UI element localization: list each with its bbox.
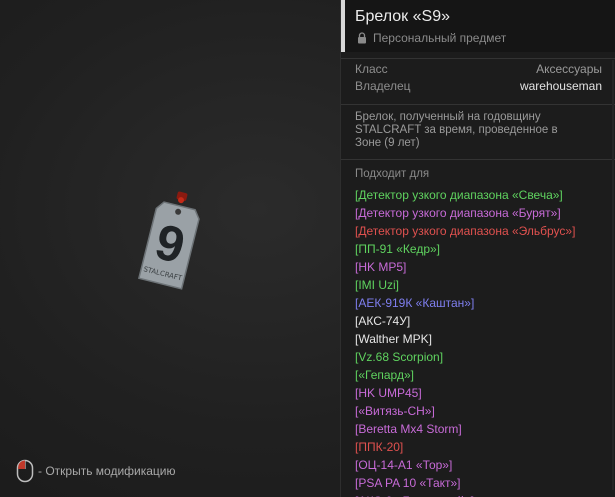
- personal-item-label: Персональный предмет: [373, 31, 507, 45]
- compatible-item[interactable]: [Детектор узкого диапазона «Свеча»]: [355, 186, 615, 204]
- item-title: Брелок «S9»: [355, 8, 450, 25]
- property-value: warehouseman: [519, 79, 602, 93]
- property-row-owner: Владелец warehouseman: [355, 79, 602, 96]
- item-subtitle: Персональный предмет: [357, 31, 506, 45]
- compatible-item[interactable]: [АЕК-919К «Каштан»]: [355, 294, 615, 312]
- compatible-item[interactable]: [«Гепард»]: [355, 366, 615, 384]
- compatible-item[interactable]: [Walther MPK]: [355, 330, 615, 348]
- compatible-item[interactable]: [Детектор узкого диапазона «Эльбрус»]: [355, 222, 615, 240]
- property-label: Класс: [355, 62, 388, 76]
- item-properties: Класс Аксессуары Владелец warehouseman: [341, 58, 615, 96]
- property-label: Владелец: [355, 79, 411, 93]
- compatible-item[interactable]: [IMI Uzi]: [355, 276, 615, 294]
- item-description: Брелок, полученный на годовщину STALCRAF…: [341, 104, 615, 150]
- compatible-items-list: [Детектор узкого диапазона «Свеча»] [Дете…: [355, 186, 615, 497]
- property-row-class: Класс Аксессуары: [355, 62, 602, 79]
- compatible-item[interactable]: [PSA PA 10 «Такт»]: [355, 474, 615, 492]
- panel-scrollbar[interactable]: [612, 60, 614, 490]
- compatible-item[interactable]: [Детектор узкого диапазона «Бурят»]: [355, 204, 615, 222]
- lock-icon: [358, 32, 366, 44]
- compatible-items-section: Подходит для [Детектор узкого диапазона …: [341, 159, 615, 497]
- item-preview-viewport[interactable]: 9 STALCRAFT - Открыть модификацию: [0, 0, 340, 497]
- compatible-item[interactable]: [ОЦ-14-А1 «Тор»]: [355, 456, 615, 474]
- compatible-items-header: Подходит для: [355, 168, 430, 180]
- compatible-item[interactable]: [АКС-9 «Бронзовый»]: [355, 492, 615, 497]
- mouse-icon: [16, 459, 34, 483]
- description-text: Брелок, полученный на годовщину STALCRAF…: [355, 111, 558, 149]
- compatible-item[interactable]: [ППК-20]: [355, 438, 615, 456]
- compatible-item[interactable]: [HK UMP45]: [355, 384, 615, 402]
- item-header: Брелок «S9» Персональный предмет: [341, 0, 615, 52]
- compatible-item[interactable]: [Vz.68 Scorpion]: [355, 348, 615, 366]
- property-value: Аксессуары: [536, 62, 602, 76]
- keychain-model: 9 STALCRAFT: [137, 191, 200, 290]
- open-modification-hint: - Открыть модификацию: [16, 459, 176, 483]
- hint-text: - Открыть модификацию: [38, 464, 176, 478]
- compatible-item[interactable]: [АКС-74У]: [355, 312, 615, 330]
- compatible-item[interactable]: [«Витязь-СН»]: [355, 402, 615, 420]
- item-info-panel: Брелок «S9» Персональный предмет Класс А…: [340, 0, 615, 497]
- compatible-item[interactable]: [Beretta Mx4 Storm]: [355, 420, 615, 438]
- compatible-item[interactable]: [ПП-91 «Кедр»]: [355, 240, 615, 258]
- compatible-item[interactable]: [HK MP5]: [355, 258, 615, 276]
